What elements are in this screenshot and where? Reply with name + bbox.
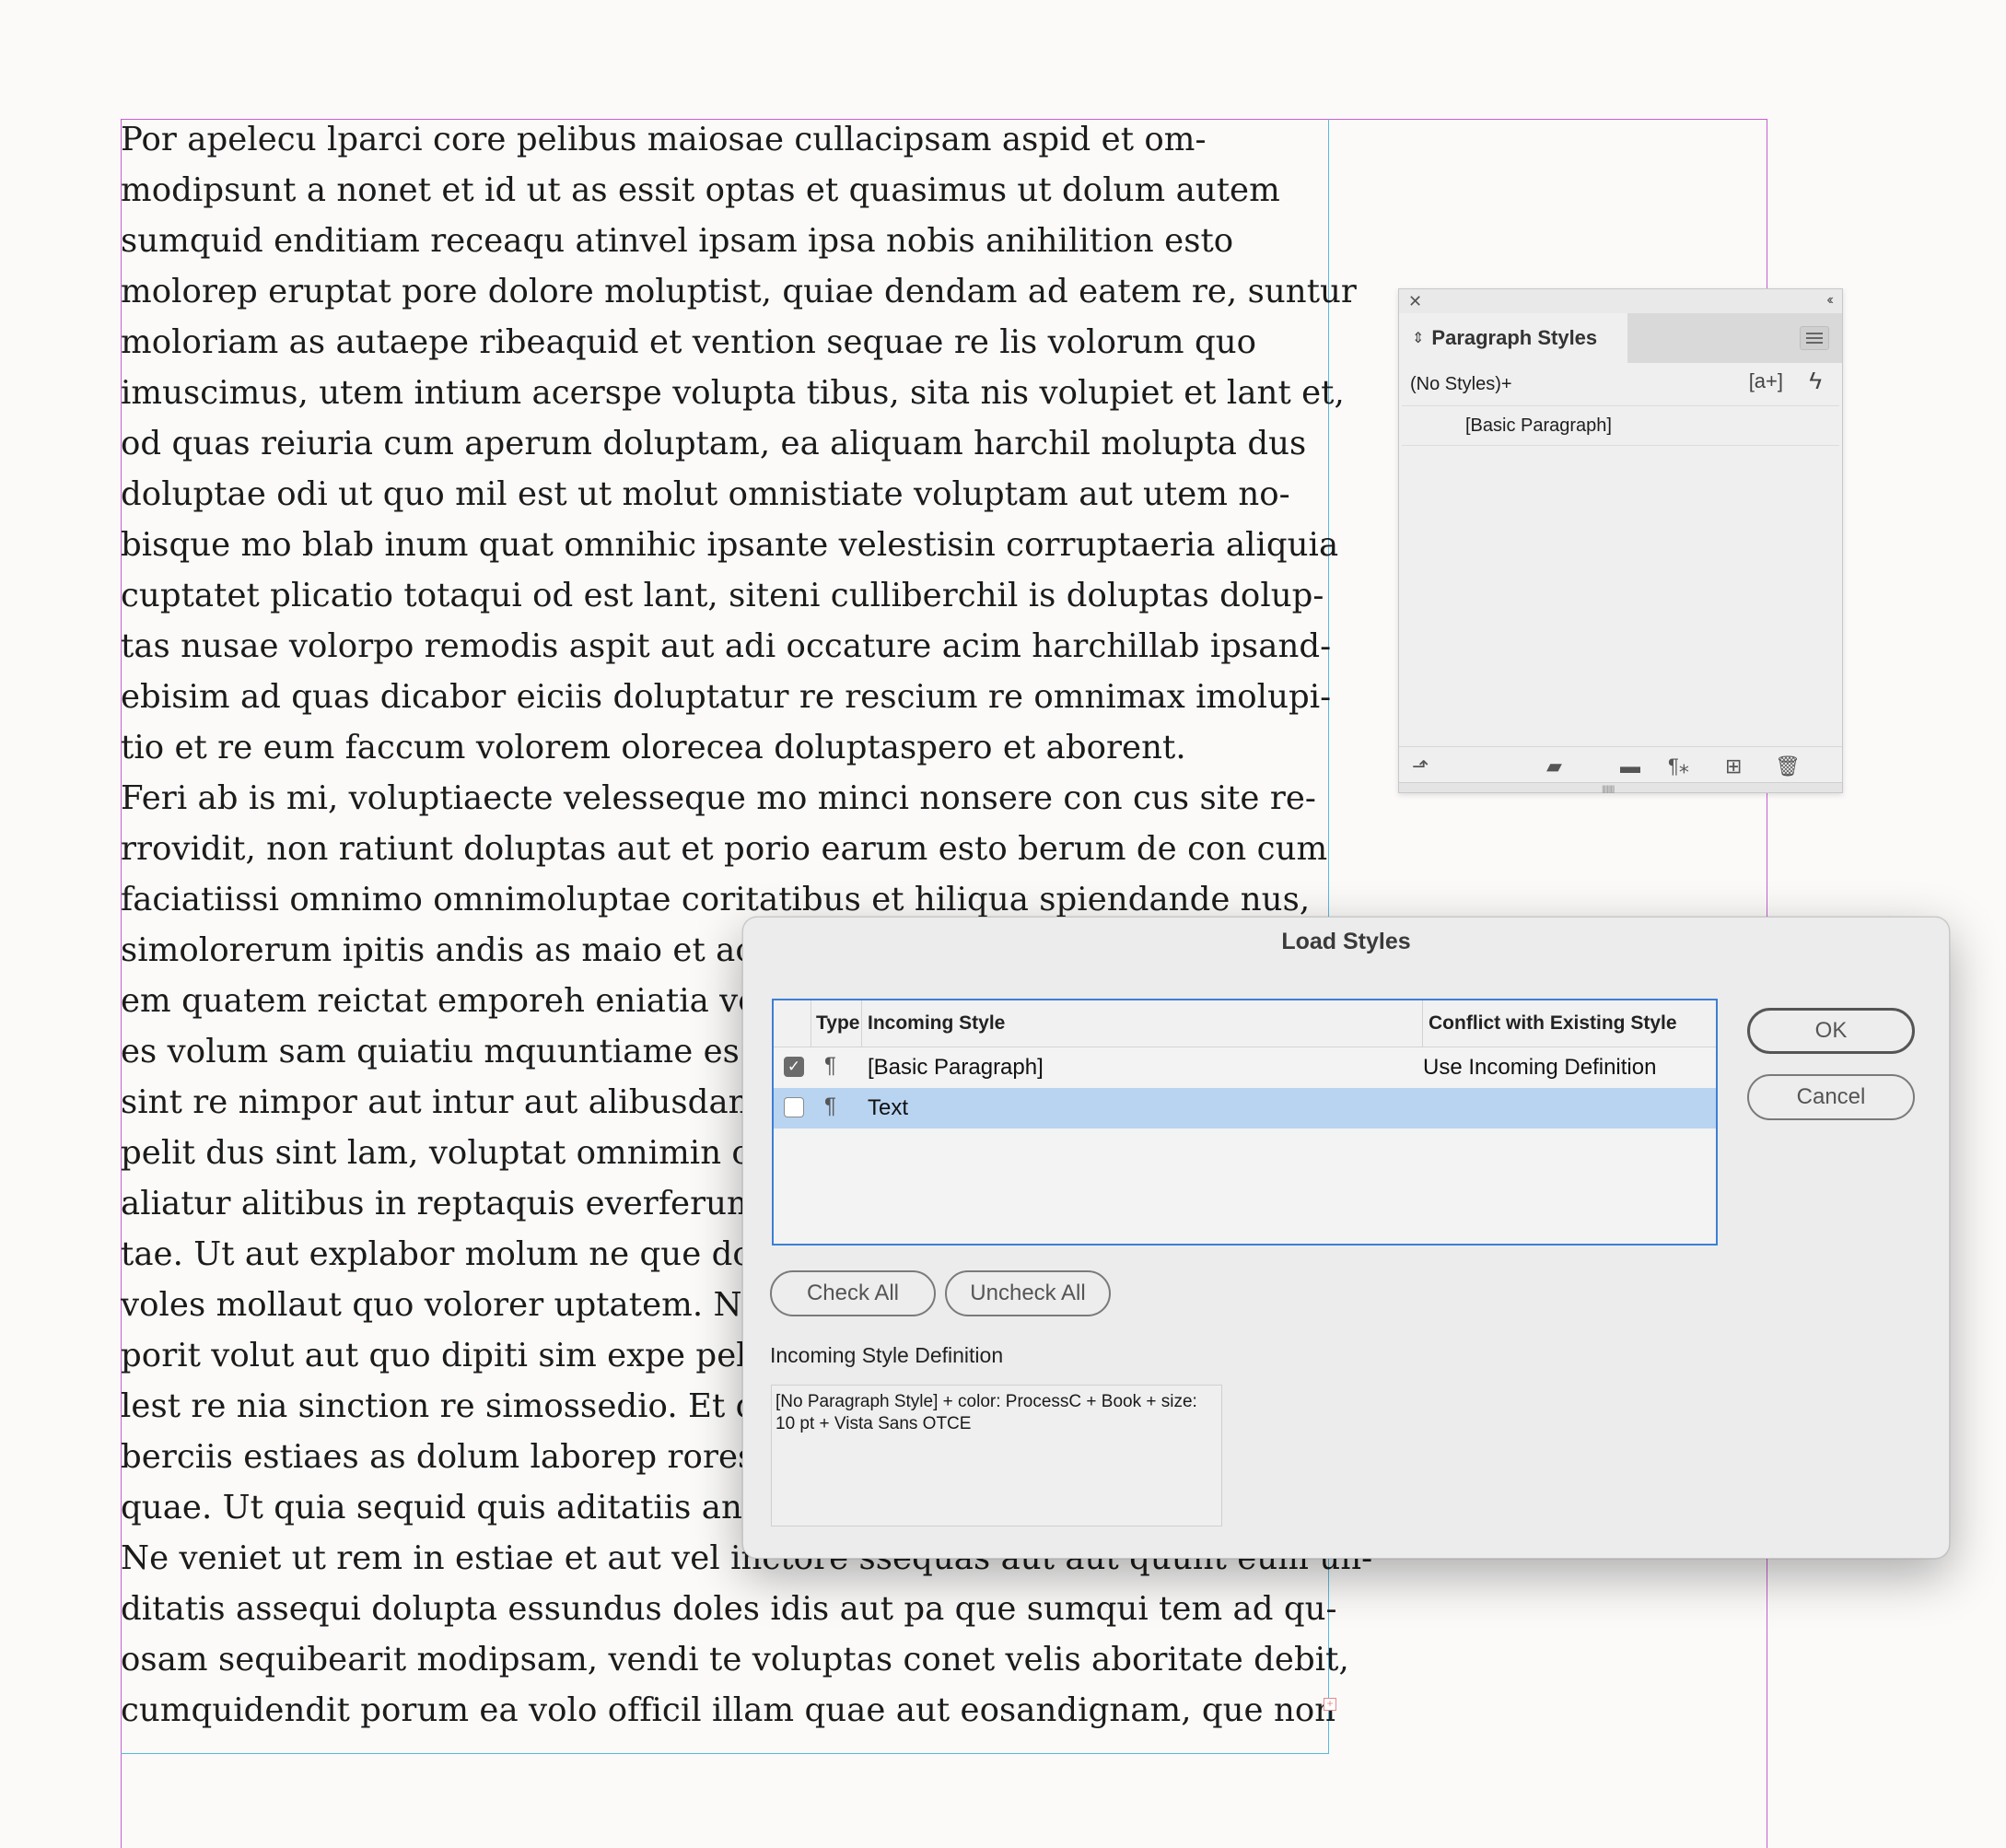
close-icon[interactable]: ✕: [1408, 292, 1422, 311]
col-type[interactable]: Type: [816, 1000, 859, 1047]
folder-icon[interactable]: ▬: [1620, 754, 1640, 778]
check-all-button[interactable]: Check All: [770, 1270, 936, 1316]
trash-icon[interactable]: 🗑: [1775, 754, 1801, 778]
paragraph-type-icon: ¶: [824, 1094, 836, 1118]
resize-grip[interactable]: ||||||||||: [1399, 782, 1842, 793]
table-row[interactable]: ✓ ¶ [Basic Paragraph] Use Incoming Definiti…: [774, 1047, 1716, 1088]
row-checkbox[interactable]: [784, 1097, 804, 1117]
incoming-style-name: Text: [868, 1095, 909, 1120]
clear-override-icon[interactable]: ¶⁎: [1668, 754, 1689, 778]
current-style-label: (No Styles)+: [1410, 373, 1512, 394]
story-line: od quas reiuria cum aperum doluptam, ea …: [121, 425, 1307, 462]
story-line: doluptae odi ut quo mil est ut molut omn…: [121, 475, 1290, 513]
panel-tab-bar: ⇕ Paragraph Styles: [1399, 313, 1842, 363]
definition-label: Incoming Style Definition: [770, 1343, 1004, 1367]
story-line: bisque mo blab inum quat omnihic ipsante…: [121, 526, 1339, 564]
story-line: ditatis assequi dolupta essundus doles i…: [121, 1590, 1337, 1628]
table-row[interactable]: ¶ Text: [774, 1088, 1716, 1129]
story-line: ebisim ad quas dicabor eiciis doluptatur…: [121, 678, 1332, 716]
conflict-resolution[interactable]: Use Incoming Definition: [1423, 1055, 1656, 1081]
col-conflict[interactable]: Conflict with Existing Style: [1429, 1000, 1677, 1047]
overset-text-icon[interactable]: +: [1324, 1698, 1336, 1711]
table-header: Type Incoming Style Conflict with Existi…: [774, 1000, 1716, 1047]
story-line: imuscimus, utem intium acerspe volupta t…: [121, 374, 1345, 412]
quick-apply-icon[interactable]: ϟ: [1809, 367, 1822, 395]
expand-arrows-icon: ⇕: [1412, 331, 1425, 346]
story-line: tio et re eum faccum volorem olorecea do…: [121, 729, 1186, 766]
story-line: rrovidit, non ratiunt doluptas aut et po…: [121, 830, 1328, 868]
load-styles-dialog: Load Styles Type Incoming Style Conflict…: [742, 917, 1950, 1559]
story-line: cuptatet plicatio totaqui od est lant, s…: [121, 577, 1324, 614]
styles-table[interactable]: Type Incoming Style Conflict with Existi…: [772, 999, 1718, 1246]
dialog-title: Load Styles: [1281, 929, 1411, 954]
text-frame-bottom-edge: [121, 1753, 1329, 1754]
story-line: molorep eruptat pore dolore moluptist, q…: [121, 273, 1357, 310]
new-style-icon[interactable]: ⊞: [1725, 754, 1742, 778]
load-styles-icon[interactable]: ⬏: [1412, 754, 1429, 778]
create-new-style-icon[interactable]: [a+]: [1749, 369, 1783, 393]
style-name: [Basic Paragraph]: [1465, 415, 1612, 436]
current-style-row: (No Styles)+ [a+] ϟ: [1399, 363, 1842, 405]
story-line: osam sequibearit modipsam, vendi te volu…: [121, 1641, 1349, 1678]
story-line: sumquid enditiam receaqu atinvel ipsam i…: [121, 222, 1234, 260]
incoming-style-name: [Basic Paragraph]: [868, 1055, 1044, 1080]
folder-bolt-icon[interactable]: ▰: [1546, 754, 1562, 778]
story-line: modipsunt a nonet et id ut as essit opta…: [121, 171, 1280, 209]
paragraph-type-icon: ¶: [824, 1053, 836, 1078]
definition-text: [No Paragraph Style] + color: ProcessC +…: [771, 1385, 1222, 1526]
story-line: cumquidendit porum ea volo officil illam…: [121, 1691, 1336, 1729]
row-checkbox[interactable]: ✓: [784, 1057, 804, 1077]
tab-label: Paragraph Styles: [1431, 326, 1598, 349]
tab-paragraph-styles[interactable]: ⇕ Paragraph Styles: [1399, 313, 1627, 363]
story-line: tas nusae volorpo remodis aspit aut adi …: [121, 627, 1332, 665]
story-line: Feri ab is mi, voluptiaecte velesseque m…: [121, 779, 1316, 817]
story-line: Por apelecu lparci core pelibus maiosae …: [121, 121, 1207, 158]
panel-title-bar[interactable]: ✕ ‹‹: [1399, 289, 1842, 313]
style-list: [Basic Paragraph]: [1402, 405, 1839, 747]
panel-menu-button[interactable]: [1800, 326, 1829, 350]
list-item[interactable]: [Basic Paragraph]: [1402, 406, 1839, 446]
uncheck-all-button[interactable]: Uncheck All: [945, 1270, 1111, 1316]
ok-button[interactable]: OK: [1747, 1008, 1915, 1054]
paragraph-styles-panel: ✕ ‹‹ ⇕ Paragraph Styles (No Styles)+ [a+…: [1398, 288, 1843, 793]
story-line: moloriam as autaepe ribeaquid et vention…: [121, 323, 1257, 361]
collapse-icon[interactable]: ‹‹: [1826, 292, 1833, 309]
col-incoming-style[interactable]: Incoming Style: [868, 1000, 1005, 1047]
cancel-button[interactable]: Cancel: [1747, 1074, 1915, 1120]
